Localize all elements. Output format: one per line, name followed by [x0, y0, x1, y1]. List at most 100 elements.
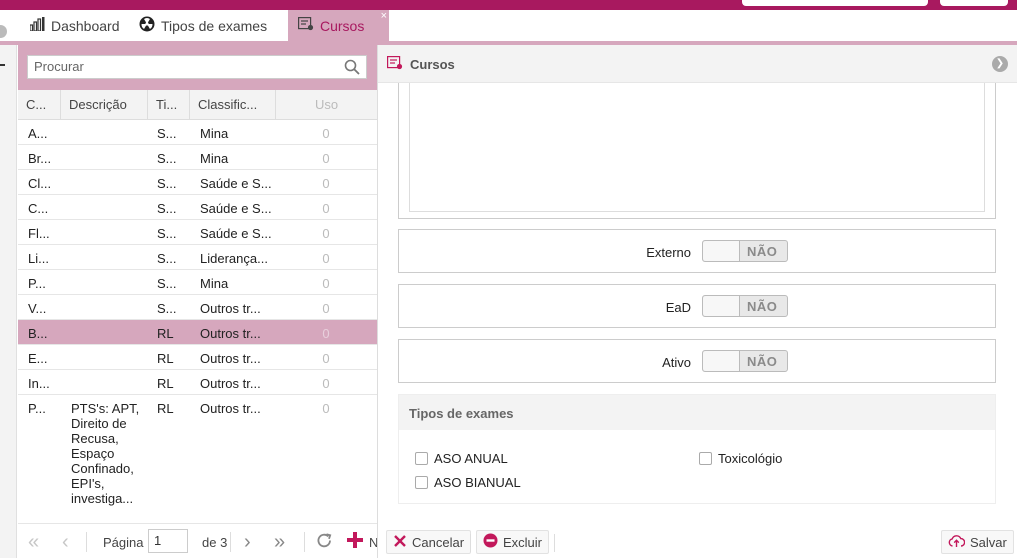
checkbox-box[interactable]	[415, 452, 428, 465]
table-row[interactable]: P... S... Mina 0	[18, 270, 377, 295]
cell-classificacao: Outros tr...	[200, 326, 261, 341]
next-page-icon[interactable]: ›	[244, 531, 251, 554]
column-header-uso[interactable]: Uso	[276, 90, 377, 120]
cell-descricao	[71, 176, 145, 193]
save-button[interactable]: Salvar	[941, 530, 1014, 554]
table-row[interactable]: Fl... S... Saúde e S... 0	[18, 220, 377, 245]
detail-header: Cursos ❯	[378, 45, 1017, 83]
ativo-toggle[interactable]: NÃO	[702, 350, 788, 372]
description-container	[398, 83, 996, 219]
checkbox-label: ASO ANUAL	[434, 451, 508, 466]
search-input[interactable]	[28, 56, 340, 76]
cell-classificacao: Outros tr...	[200, 376, 261, 391]
cancel-button[interactable]: Cancelar	[386, 530, 472, 554]
column-header-codigo[interactable]: C...	[18, 90, 61, 120]
minus-icon[interactable]	[0, 64, 5, 66]
first-page-icon[interactable]: «	[28, 531, 39, 554]
course-icon	[298, 17, 314, 34]
table-row[interactable]: Br... S... Mina 0	[18, 145, 377, 170]
checkbox-box[interactable]	[699, 452, 712, 465]
last-page-icon[interactable]: »	[274, 531, 285, 554]
cell-classificacao: Mina	[200, 151, 229, 166]
table-row[interactable]: B... RL Outros tr... 0	[18, 320, 377, 345]
tab-label: Cursos	[320, 17, 365, 34]
cell-uso: 0	[322, 351, 330, 366]
cell-uso: 0	[322, 301, 330, 316]
checkbox-box[interactable]	[415, 476, 428, 489]
page-number-input[interactable]: 1	[148, 529, 188, 553]
checkbox-toxicologio[interactable]: Toxicológio	[699, 451, 782, 466]
cell-tipo: S...	[157, 176, 177, 191]
bar-chart-icon	[29, 17, 45, 34]
search-icon[interactable]	[344, 59, 360, 78]
cell-uso: 0	[322, 251, 330, 266]
cell-tipo: S...	[157, 251, 177, 266]
ead-field: EaD NÃO	[398, 284, 996, 328]
cell-tipo: RL	[157, 326, 174, 341]
table-row[interactable]: P... PTS's: APT, Direito de Recusa, Espaç…	[18, 395, 377, 510]
externo-toggle[interactable]: NÃO	[702, 240, 788, 262]
next-record-icon[interactable]: ❯	[992, 56, 1008, 72]
minus-circle-icon	[483, 533, 498, 551]
table-row[interactable]: E... RL Outros tr... 0	[18, 345, 377, 370]
page-label: Página	[103, 535, 144, 550]
tab-label: Tipos de exames	[161, 17, 268, 34]
column-header-tipo[interactable]: Ti...	[148, 90, 190, 120]
cell-tipo: S...	[157, 276, 177, 291]
divider	[230, 532, 231, 552]
cell-codigo: P...	[28, 276, 46, 291]
table-row[interactable]: C... S... Saúde e S... 0	[18, 195, 377, 220]
cell-uso: 0	[322, 151, 330, 166]
checkbox-aso-bianual[interactable]: ASO BIANUAL	[415, 475, 521, 490]
table-row[interactable]: Li... S... Liderança... 0	[18, 245, 377, 270]
cell-descricao	[71, 251, 145, 268]
previous-page-icon[interactable]: ‹	[62, 531, 69, 554]
refresh-icon[interactable]	[316, 532, 333, 555]
tab-dashboard[interactable]: Dashboard	[29, 10, 120, 41]
top-user-button[interactable]	[940, 0, 1008, 6]
table-row[interactable]: A... S... Mina 0	[18, 120, 377, 145]
save-label: Salvar	[970, 534, 1007, 550]
cell-descricao	[71, 376, 145, 393]
checkbox-label: Toxicológio	[718, 451, 783, 466]
table-row[interactable]: V... S... Outros tr... 0	[18, 295, 377, 320]
description-textarea[interactable]	[409, 83, 985, 212]
tab-cursos[interactable]: Cursos ×	[288, 10, 389, 41]
collapsed-side-panel[interactable]	[0, 25, 17, 558]
cell-uso: 0	[322, 176, 330, 191]
checkbox-aso-anual[interactable]: ASO ANUAL	[415, 451, 508, 466]
delete-button[interactable]: Excluir	[476, 530, 550, 554]
cell-classificacao: Outros tr...	[200, 401, 261, 416]
column-header-descricao[interactable]: Descrição	[61, 90, 148, 120]
cell-descricao	[71, 276, 145, 293]
cell-classificacao: Liderança...	[200, 251, 268, 266]
close-icon[interactable]: ×	[279, 12, 285, 24]
top-search-field[interactable]	[742, 0, 928, 6]
toggle-knob	[703, 241, 740, 261]
cloud-upload-icon	[948, 534, 966, 551]
cell-uso: 0	[322, 376, 330, 391]
cell-descricao	[71, 126, 145, 143]
search-box[interactable]	[27, 55, 367, 79]
tab-label: Dashboard	[51, 17, 120, 34]
ead-toggle[interactable]: NÃO	[702, 295, 788, 317]
column-header-classificacao[interactable]: Classific...	[190, 90, 276, 120]
cell-descricao	[71, 151, 145, 168]
toggle-value: NÃO	[747, 244, 778, 259]
cell-codigo: Fl...	[28, 226, 50, 241]
table-row[interactable]: In... RL Outros tr... 0	[18, 370, 377, 395]
cell-descricao	[71, 351, 145, 368]
cell-tipo: S...	[157, 151, 177, 166]
tab-tipos-de-exames[interactable]: Tipos de exames ×	[139, 10, 285, 41]
toggle-knob	[703, 351, 740, 371]
cell-codigo: V...	[28, 301, 47, 316]
top-brand-bar	[0, 0, 1017, 10]
close-icon[interactable]: ×	[381, 10, 387, 22]
detail-title: Cursos	[410, 57, 455, 72]
divider	[554, 534, 555, 552]
cancel-label: Cancelar	[412, 534, 465, 550]
add-icon[interactable]	[346, 531, 364, 555]
cell-descricao	[71, 226, 145, 243]
cell-tipo: RL	[157, 401, 174, 416]
table-row[interactable]: Cl... S... Saúde e S... 0	[18, 170, 377, 195]
